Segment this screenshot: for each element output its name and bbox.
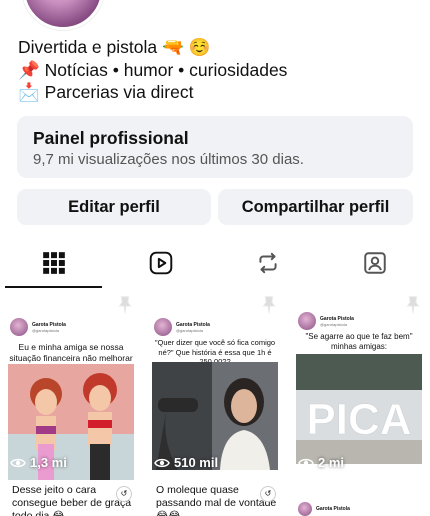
pin-icon [406,296,420,314]
pin-icon [118,296,132,314]
bio-line: Divertida e pistola 🔫 ☺️ [18,37,211,57]
tweet-avatar [10,318,28,336]
avatar[interactable] [22,0,104,30]
profile-bio: Divertida e pistola 🔫 ☺️ 📌 Notícias • hu… [18,36,418,104]
tweet-avatar [154,318,172,336]
panel-subtitle: 9,7 mi visualizações nos últimos 30 dias… [33,151,304,168]
reaction-badge-icon: ↺ [260,486,276,502]
tweet-account-name: Garota Pistola [320,315,354,322]
tweet-header: Garota Pistola @garotapistola [154,318,210,336]
tweet-text: "Se agarre ao que te faz bem" minhas ami… [305,332,413,351]
posts-grid: Garota Pistola @garotapistola Eu e minha… [0,288,430,516]
edit-profile-button[interactable]: Editar perfil [17,189,211,225]
view-count: 510 mil [154,455,218,470]
tweet-avatar [298,502,312,516]
eye-icon [10,458,26,467]
view-count-text: 1,3 mi [30,455,67,470]
professional-dashboard-panel[interactable]: Painel profissional 9,7 mi visualizações… [17,116,413,178]
grid-icon [42,252,65,274]
panel-title: Painel profissional [33,128,189,148]
view-count-text: 510 mil [174,455,219,470]
reaction-badge-icon: ↺ [116,486,132,502]
eye-icon [154,458,170,467]
photo-image [152,362,278,470]
bio-line: 📩 Parcerias via direct [18,82,194,102]
tab-tagged[interactable] [321,238,428,288]
reels-play-icon [149,251,172,275]
profile-avatar-area: + [22,0,110,30]
tweet-account-name: Garota Pistola [32,321,66,328]
image-text: PICA [306,395,411,444]
view-count: 2 mi [298,455,344,470]
profile-tabs [0,238,430,288]
tweet-handle: @garotapistola [320,321,347,327]
post-tile[interactable]: Garota Pistola @garotapistola "Se agarre… [288,290,430,500]
tweet-handle: @garotapistola [32,327,59,333]
tagged-person-icon [363,252,386,274]
tweet-account-name: Garota Pistola [176,321,210,328]
photo-image: PICA [296,354,422,464]
view-count: 1,3 mi [10,455,67,470]
view-count-text: 2 mi [318,455,345,470]
tweet-handle: @garotapistola [176,327,203,333]
post-tile[interactable]: Garota Pistola @garotapistola Eu e minha… [0,290,142,500]
bio-line: 📌 Notícias • humor • curiosidades [18,59,288,80]
share-profile-button[interactable]: Compartilhar perfil [218,189,413,225]
profile-stats-cropped [128,0,428,4]
eye-icon [298,458,314,467]
tweet-header: Garota Pistola @garotapistola [298,312,354,330]
tab-reposts[interactable] [214,238,321,288]
tab-posts-grid[interactable] [0,238,107,288]
tweet-header: Garota Pistola [298,502,350,516]
post-tile[interactable]: Garota Pistola @garotapistola "Quer dize… [144,290,286,500]
pin-icon [262,296,276,314]
tweet-avatar [298,312,316,330]
tweet-account-name: Garota Pistola [316,506,350,512]
tab-reels[interactable] [107,238,214,288]
tweet-header: Garota Pistola @garotapistola [10,318,66,336]
repost-icon [258,252,277,274]
